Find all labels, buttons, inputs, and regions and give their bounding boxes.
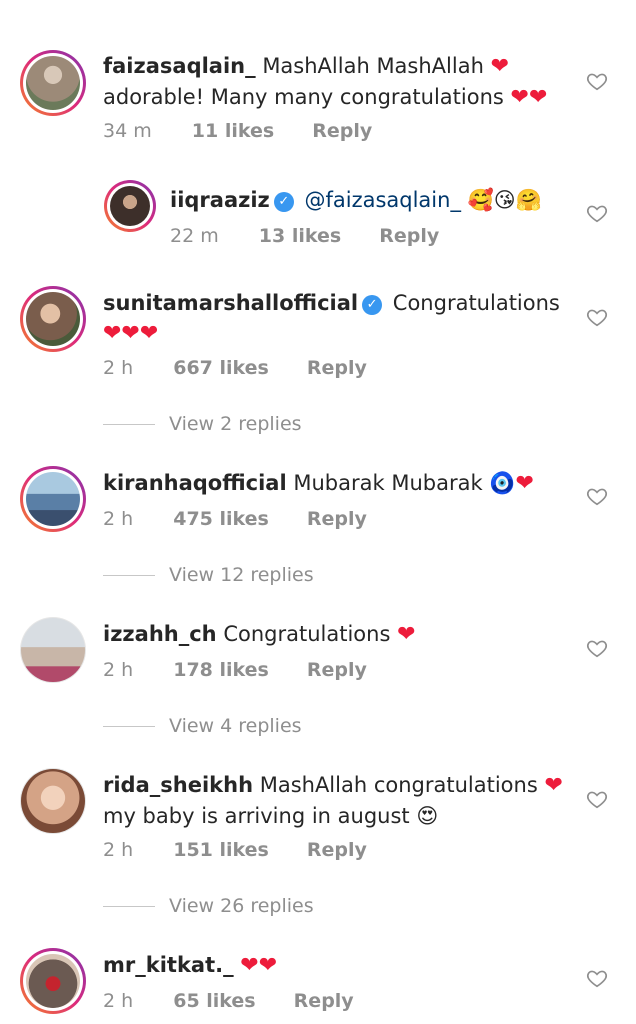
comment-body-line2: my baby is arriving in august	[103, 804, 410, 828]
comment-meta: 2 h 178 likes Reply	[103, 658, 367, 682]
heart-emoji: ❤	[397, 622, 416, 647]
comment-text: sunitamarshallofficial ✓ Congratulations …	[103, 288, 573, 349]
heart-emoji: ❤	[515, 471, 534, 496]
emoji-group: 🥰😘🤗	[467, 188, 542, 212]
avatar-image	[26, 56, 80, 110]
timestamp: 2 h	[103, 659, 134, 681]
likes-count[interactable]: 11 likes	[192, 119, 274, 143]
divider	[103, 725, 155, 727]
avatar[interactable]	[20, 466, 86, 532]
nazar-emoji: 🧿	[489, 471, 516, 495]
view-replies-label: View 12 replies	[169, 564, 314, 586]
comment-text: rida_sheikhh MashAllah congratulations ❤…	[103, 770, 573, 831]
comment-meta: 2 h 65 likes Reply	[103, 989, 354, 1013]
username[interactable]: rida_sheikhh	[103, 773, 253, 797]
heart-emoji: ❤	[490, 54, 510, 79]
username[interactable]: izzahh_ch	[103, 622, 217, 646]
heart-outline-icon[interactable]	[586, 637, 608, 659]
comment-meta: 34 m 11 likes Reply	[103, 119, 372, 143]
verified-badge-icon: ✓	[273, 192, 294, 212]
comment-body: Congratulations	[392, 291, 560, 315]
comment-meta: 2 h 151 likes Reply	[103, 838, 367, 862]
heart-outline-icon[interactable]	[586, 202, 608, 224]
avatar[interactable]	[104, 180, 156, 232]
comment-text: kiranhaqofficial Mubarak Mubarak 🧿❤	[103, 468, 573, 499]
heart-outline-icon[interactable]	[586, 967, 608, 989]
avatar-image	[26, 292, 80, 346]
username[interactable]: faizasaqlain_	[103, 54, 256, 78]
divider	[103, 423, 155, 425]
heart-emoji: ❤	[544, 773, 563, 798]
username[interactable]: kiranhaqofficial	[103, 471, 287, 495]
comment-text: izzahh_ch Congratulations ❤	[103, 619, 573, 650]
avatar[interactable]	[20, 617, 86, 683]
reply-button[interactable]: Reply	[312, 119, 372, 143]
avatar[interactable]	[20, 948, 86, 1014]
timestamp: 2 h	[103, 508, 134, 530]
reply-button[interactable]: Reply	[307, 356, 367, 380]
comment-text: iiqraaziz ✓ @faizasaqlain_ 🥰😘🤗	[170, 185, 570, 215]
heart-emoji: ❤❤	[240, 953, 278, 978]
comment-body: MashAllah congratulations	[259, 773, 538, 797]
avatar[interactable]	[20, 50, 86, 116]
timestamp: 34 m	[103, 120, 152, 142]
comment-meta: 22 m 13 likes Reply	[170, 224, 439, 248]
timestamp: 2 h	[103, 990, 134, 1012]
view-replies-label: View 4 replies	[169, 715, 302, 737]
avatar[interactable]	[20, 768, 86, 834]
likes-count[interactable]: 178 likes	[173, 658, 269, 682]
likes-count[interactable]: 475 likes	[173, 507, 269, 531]
divider	[103, 905, 155, 907]
likes-count[interactable]: 667 likes	[173, 356, 269, 380]
likes-count[interactable]: 151 likes	[173, 838, 269, 862]
reply-button[interactable]: Reply	[307, 838, 367, 862]
heart-emoji: ❤❤	[510, 85, 548, 110]
avatar-image	[21, 618, 85, 682]
comment-body-line2: adorable! Many many congratulations	[103, 85, 504, 109]
heart-eyes-emoji: 😍	[416, 804, 439, 828]
timestamp: 2 h	[103, 357, 134, 379]
comment-body: Mubarak Mubarak	[293, 471, 483, 495]
comment-meta: 2 h 475 likes Reply	[103, 507, 367, 531]
reply-button[interactable]: Reply	[307, 507, 367, 531]
view-replies-button[interactable]: View 12 replies	[103, 563, 314, 587]
heart-emoji: ❤❤❤	[103, 321, 159, 346]
reply-button[interactable]: Reply	[379, 224, 439, 248]
heart-outline-icon[interactable]	[586, 788, 608, 810]
view-replies-button[interactable]: View 26 replies	[103, 894, 314, 918]
likes-count[interactable]: 65 likes	[173, 989, 255, 1013]
comment-body: MashAllah MashAllah	[262, 54, 484, 78]
timestamp: 2 h	[103, 839, 134, 861]
avatar-image	[26, 472, 80, 526]
username[interactable]: mr_kitkat._	[103, 953, 234, 977]
timestamp: 22 m	[170, 225, 219, 247]
view-replies-label: View 26 replies	[169, 895, 314, 917]
reply-button[interactable]: Reply	[307, 658, 367, 682]
avatar-image	[26, 954, 80, 1008]
comment-meta: 2 h 667 likes Reply	[103, 356, 367, 380]
heart-outline-icon[interactable]	[586, 70, 608, 92]
view-replies-button[interactable]: View 2 replies	[103, 412, 302, 436]
comment-text: mr_kitkat._ ❤❤	[103, 950, 573, 981]
heart-outline-icon[interactable]	[586, 306, 608, 328]
heart-outline-icon[interactable]	[586, 485, 608, 507]
divider	[103, 574, 155, 576]
likes-count[interactable]: 13 likes	[259, 224, 341, 248]
view-replies-button[interactable]: View 4 replies	[103, 714, 302, 738]
avatar-image	[21, 769, 85, 833]
mention-link[interactable]: @faizasaqlain_	[304, 188, 460, 212]
view-replies-label: View 2 replies	[169, 413, 302, 435]
comment-body: Congratulations	[223, 622, 391, 646]
comment-text: faizasaqlain_ MashAllah MashAllah ❤ ador…	[103, 51, 573, 113]
avatar[interactable]	[20, 286, 86, 352]
username[interactable]: iiqraaziz	[170, 188, 270, 212]
verified-badge-icon: ✓	[362, 295, 383, 315]
username[interactable]: sunitamarshallofficial	[103, 291, 358, 315]
reply-button[interactable]: Reply	[294, 989, 354, 1013]
avatar-image	[110, 186, 150, 226]
